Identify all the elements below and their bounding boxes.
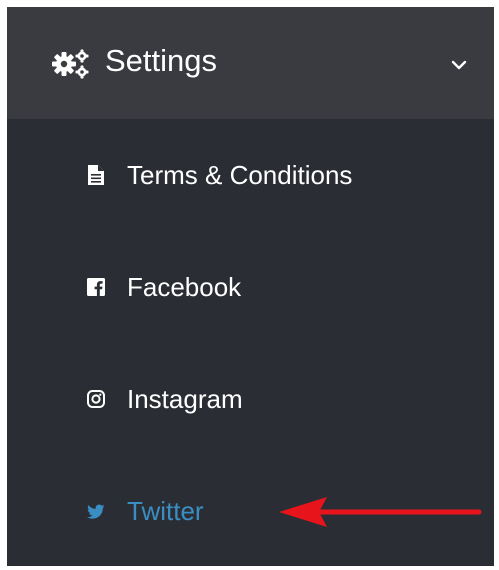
submenu-item-instagram[interactable]: Instagram [7, 343, 494, 455]
twitter-icon [87, 504, 105, 519]
chevron-down-icon[interactable] [451, 59, 467, 71]
submenu-item-label: Instagram [127, 384, 243, 414]
submenu-item-terms-conditions[interactable]: Terms & Conditions [7, 119, 494, 231]
submenu-item-label: Terms & Conditions [127, 160, 353, 190]
red-arrow-annotation [279, 497, 482, 527]
submenu-item-label: Twitter [127, 496, 204, 526]
facebook-icon [87, 278, 105, 296]
gears-icon [52, 49, 89, 79]
settings-menu-title: Settings [105, 43, 218, 78]
settings-menu-header[interactable]: Settings [7, 7, 494, 119]
sidebar: Settings Terms & Conditions Facebook Ins… [7, 7, 494, 566]
submenu-item-facebook[interactable]: Facebook [7, 231, 494, 343]
submenu-item-label: Facebook [127, 272, 242, 302]
instagram-icon [87, 390, 105, 408]
file-text-icon [88, 165, 104, 185]
